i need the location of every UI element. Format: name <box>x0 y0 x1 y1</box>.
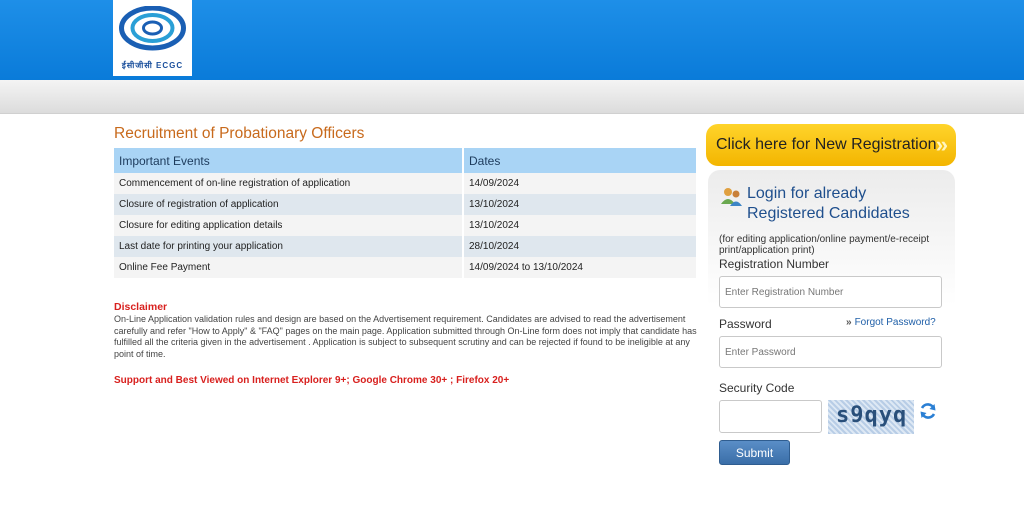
new-registration-button[interactable]: Click here for New Registration » <box>706 124 956 166</box>
password-label: Password <box>719 317 772 331</box>
refresh-captcha-icon[interactable] <box>919 402 937 420</box>
registration-number-input[interactable] <box>719 276 942 308</box>
password-input[interactable] <box>719 336 942 368</box>
security-code-input[interactable] <box>719 400 822 433</box>
table-header-row: Important Events Dates <box>114 148 698 173</box>
important-events-table: Important Events Dates Commencement of o… <box>114 148 698 278</box>
logo-rings-icon <box>119 6 186 51</box>
forgot-password-link[interactable]: » Forgot Password? <box>846 317 936 328</box>
login-heading: Login for already Registered Candidates <box>747 184 910 224</box>
logo-text: ईसीजीसी ECGC <box>121 61 184 70</box>
sub-navigation-bar <box>0 80 1024 114</box>
date-cell: 14/09/2024 to 13/10/2024 <box>463 257 698 278</box>
date-cell: 14/09/2024 <box>463 173 698 194</box>
login-note: (for editing application/online payment/… <box>719 234 930 256</box>
browser-support-note: Support and Best Viewed on Internet Expl… <box>114 375 510 386</box>
double-chevron-right-icon: » <box>935 132 948 157</box>
new-registration-label: Click here for New Registration <box>716 136 937 153</box>
event-cell: Closure of registration of application <box>114 194 464 215</box>
event-cell: Commencement of on-line registration of … <box>114 173 464 194</box>
column-header-events: Important Events <box>114 148 464 173</box>
double-chevron-right-icon: » <box>846 317 852 328</box>
captcha-image: s9qyq <box>828 400 914 434</box>
ecgc-logo[interactable]: ईसीजीसी ECGC <box>113 0 192 76</box>
page-title: Recruitment of Probationary Officers <box>114 125 365 142</box>
registration-number-label: Registration Number <box>719 257 830 271</box>
security-code-label: Security Code <box>719 381 795 395</box>
users-icon <box>721 188 742 206</box>
table-row: Commencement of on-line registration of … <box>114 173 698 194</box>
date-cell: 13/10/2024 <box>463 194 698 215</box>
header-banner: ईसीजीसी ECGC <box>0 0 1024 80</box>
disclaimer-title: Disclaimer <box>114 301 168 313</box>
login-heading-line2: Registered Candidates <box>747 205 910 222</box>
login-panel: Login for already Registered Candidates … <box>708 170 955 470</box>
event-cell: Last date for printing your application <box>114 236 464 257</box>
date-cell: 13/10/2024 <box>463 215 698 236</box>
submit-button[interactable]: Submit <box>719 440 790 465</box>
captcha-text: s9qyq <box>836 403 908 428</box>
date-cell: 28/10/2024 <box>463 236 698 257</box>
login-heading-line1: Login for already <box>747 185 867 202</box>
event-cell: Closure for editing application details <box>114 215 464 236</box>
forgot-password-label: Forgot Password? <box>854 317 936 328</box>
column-header-dates: Dates <box>463 148 698 173</box>
table-row: Closure of registration of application 1… <box>114 194 698 215</box>
table-row: Closure for editing application details … <box>114 215 698 236</box>
table-row: Online Fee Payment 14/09/2024 to 13/10/2… <box>114 257 698 278</box>
event-cell: Online Fee Payment <box>114 257 464 278</box>
disclaimer-text: On-Line Application validation rules and… <box>114 314 697 359</box>
table-row: Last date for printing your application … <box>114 236 698 257</box>
